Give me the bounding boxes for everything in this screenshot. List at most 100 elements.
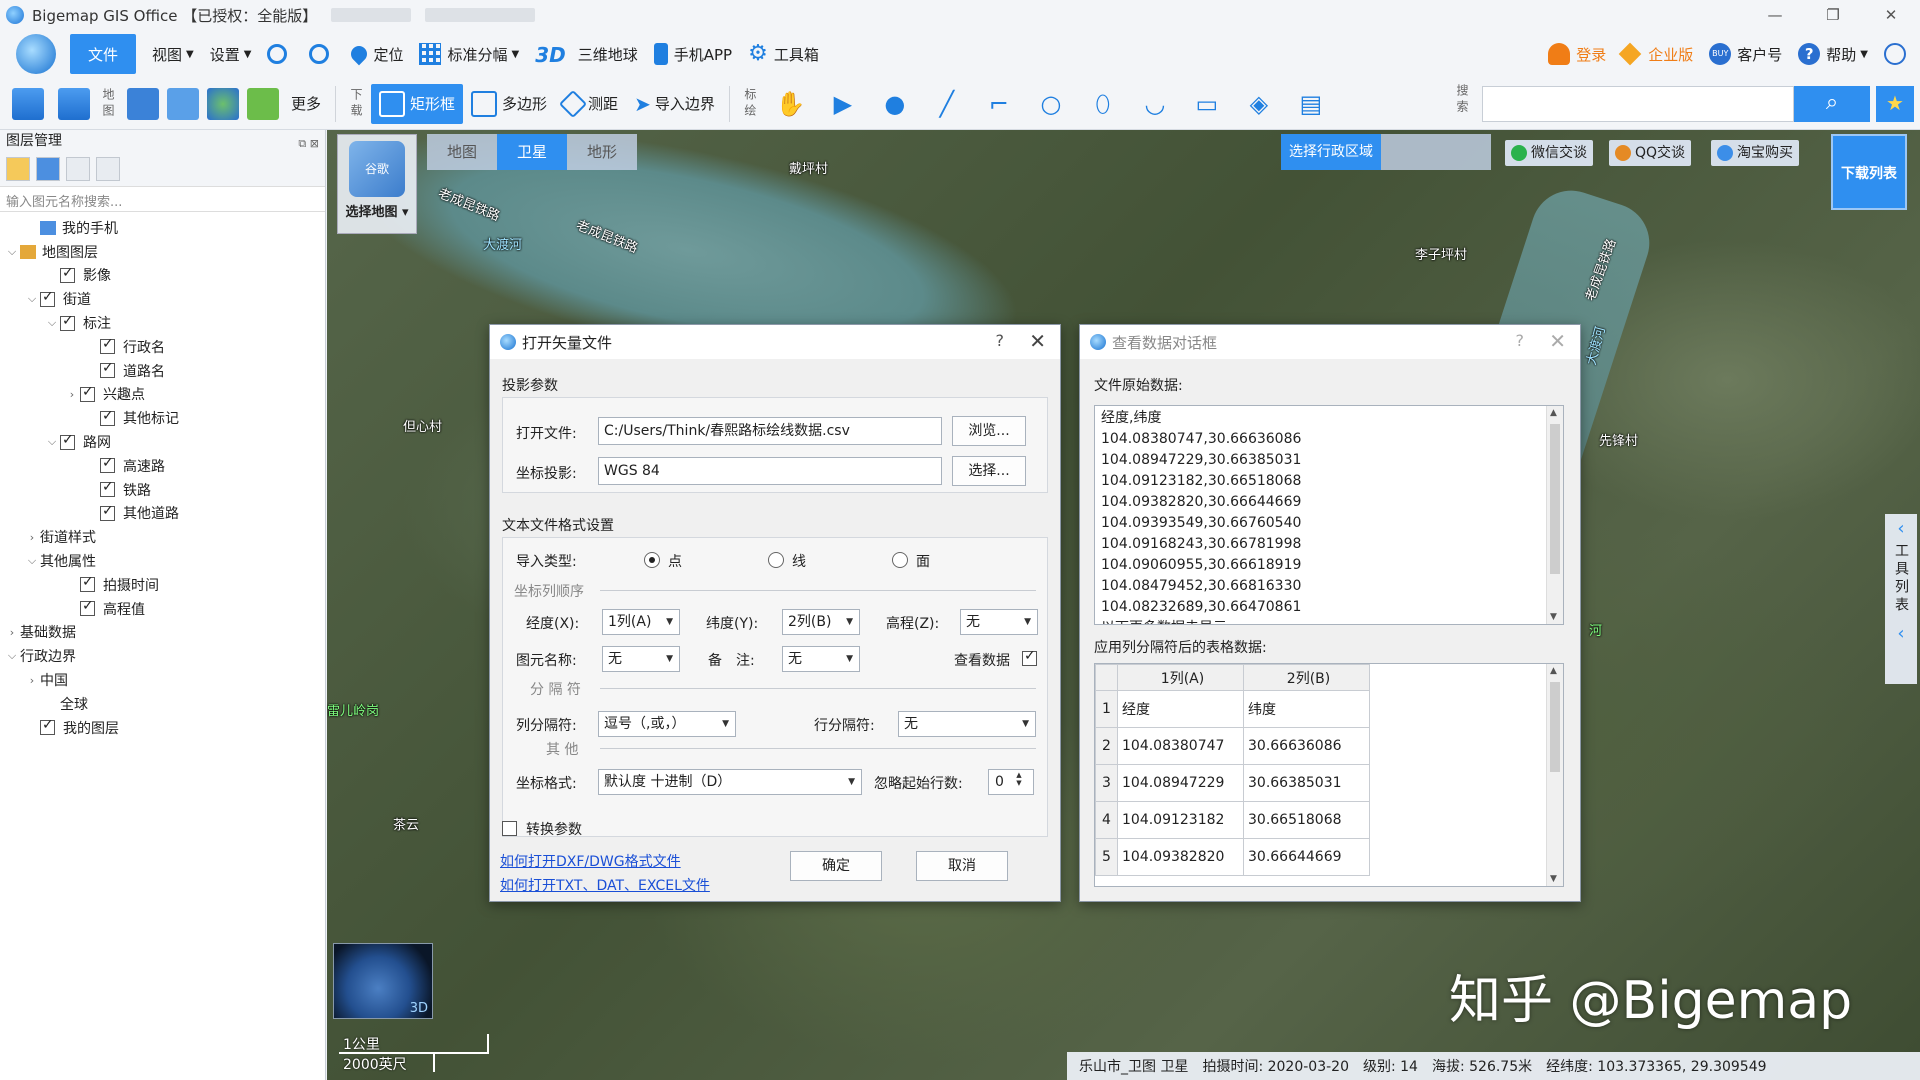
settings-menu[interactable]: 设置 ▼ — [202, 34, 260, 74]
tree-item[interactable]: 铁路 — [0, 478, 325, 502]
tree-item[interactable]: 我的手机 — [0, 216, 325, 240]
expand-toggle-icon[interactable]: ⌵ — [44, 316, 60, 330]
column-header[interactable]: 2列(B) — [1243, 664, 1370, 691]
bigemap-logo-icon[interactable] — [16, 34, 56, 74]
region-selector-bar[interactable] — [1381, 134, 1491, 170]
globe-icon[interactable] — [207, 87, 239, 120]
map-layers-icon[interactable] — [127, 87, 159, 120]
close-button[interactable]: ✕ — [1862, 0, 1920, 30]
element-name-select[interactable]: 无 — [602, 646, 680, 672]
search-icon[interactable] — [96, 157, 120, 181]
enterprise-button[interactable]: 企业版 — [1614, 34, 1701, 74]
tag-icon[interactable]: ◈ — [1233, 84, 1285, 124]
select-arrow-icon[interactable]: ▶ — [817, 84, 869, 124]
tree-item[interactable]: ⌵ 标注 — [0, 311, 325, 335]
tree-item[interactable]: ⌵ 街道 — [0, 287, 325, 311]
save-icon[interactable] — [36, 157, 60, 181]
tree-item[interactable]: ⌵ 行政边界 — [0, 644, 325, 668]
tree-item[interactable]: ⌵ 路网 — [0, 430, 325, 454]
help-button[interactable]: ? — [1516, 331, 1525, 350]
standard-sheet-button[interactable]: 标准分幅 ▼ — [411, 34, 527, 74]
layer-checkbox[interactable] — [60, 265, 75, 283]
wechat-chat-button[interactable]: 微信交谈 — [1505, 140, 1593, 166]
view-menu[interactable]: 视图 ▼ — [144, 34, 202, 74]
select-map-button[interactable]: 谷歌 选择地图 ▾ — [337, 134, 417, 234]
float-panel-icon[interactable]: ⧉ — [298, 137, 306, 150]
scroll-down-icon[interactable]: ▼ — [1550, 612, 1557, 622]
expand-toggle-icon[interactable]: ⌵ — [44, 435, 60, 449]
scroll-up-icon[interactable]: ▲ — [1550, 666, 1557, 676]
layer-checkbox[interactable] — [100, 408, 115, 426]
row-sep-select[interactable]: 无 — [898, 711, 1036, 737]
expand-toggle-icon[interactable]: › — [24, 531, 40, 544]
layer-checkbox[interactable] — [100, 503, 115, 521]
table-row[interactable]: 2 104.08380747 30.66636086 — [1095, 727, 1370, 765]
favorites-button[interactable]: ★ — [1876, 86, 1914, 122]
tree-item[interactable]: 全球 — [0, 692, 325, 716]
file-menu[interactable]: 文件 — [70, 34, 137, 74]
minimize-button[interactable]: — — [1746, 0, 1804, 30]
qq-chat-button[interactable]: QQ交谈 — [1609, 140, 1692, 166]
polyline-icon[interactable]: ⌐ — [973, 84, 1025, 124]
layer-checkbox[interactable] — [80, 384, 95, 402]
close-button[interactable]: ✕ — [1549, 329, 1566, 353]
tree-item[interactable]: › 基础数据 — [0, 621, 325, 645]
expand-toggle-icon[interactable]: ⌵ — [24, 554, 40, 568]
table-row[interactable]: 5 104.09382820 30.66644669 — [1095, 838, 1370, 876]
layer-checkbox[interactable] — [60, 313, 75, 331]
mobile-app-button[interactable]: 手机APP — [646, 34, 740, 74]
scrollbar-thumb[interactable] — [1550, 424, 1560, 574]
tree-item[interactable]: 影像 — [0, 264, 325, 288]
settings-icon[interactable] — [66, 157, 90, 181]
select-region-button[interactable]: 选择行政区域 — [1281, 134, 1381, 170]
layer-checkbox[interactable] — [100, 336, 115, 355]
layer-checkbox[interactable] — [60, 432, 75, 450]
coord-proj-field[interactable]: WGS 84 — [598, 457, 942, 485]
open-file-field[interactable]: C:/Users/Think/春熙路标绘线数据.csv — [598, 417, 942, 445]
import-boundary-button[interactable]: ➤ 导入边界 — [626, 84, 723, 124]
rect-select-button[interactable]: 矩形框 — [371, 83, 464, 124]
circle-icon[interactable]: ○ — [1025, 84, 1077, 124]
table-row[interactable]: 4 104.09123182 30.66518068 — [1095, 801, 1370, 839]
help-button[interactable]: ? — [996, 331, 1005, 350]
tab-map[interactable]: 地图 — [427, 134, 497, 170]
download-list-button[interactable]: 下载列表 — [1831, 134, 1907, 210]
skip-rows-stepper[interactable]: 0 — [988, 769, 1034, 795]
convert-params-checkbox[interactable] — [502, 821, 517, 836]
rectangle-icon[interactable]: ▭ — [1181, 84, 1233, 124]
vertical-scrollbar[interactable]: ▲ ▼ — [1546, 406, 1563, 624]
expand-toggle-icon[interactable]: › — [64, 388, 80, 401]
layer-checkbox[interactable] — [100, 455, 115, 474]
earth-3d-button[interactable]: 3D 三维地球 — [527, 34, 646, 74]
layer-checkbox[interactable] — [40, 717, 55, 736]
dxf-help-link[interactable]: 如何打开DXF/DWG格式文件 — [500, 851, 681, 871]
layer-search-input[interactable]: 输入图元名称搜索... — [0, 186, 325, 212]
tree-item[interactable]: 高速路 — [0, 454, 325, 478]
globe-3d-switch[interactable]: 3D — [333, 943, 433, 1019]
view-data-checkbox[interactable] — [1022, 648, 1037, 666]
choose-proj-button[interactable]: 选择... — [952, 456, 1026, 486]
open-folder-icon[interactable] — [6, 157, 30, 181]
browse-button[interactable]: 浏览... — [952, 416, 1026, 446]
text-box-icon[interactable]: ▤ — [1285, 84, 1337, 124]
expand-toggle-icon[interactable]: › — [24, 674, 40, 687]
zoom-out-button[interactable] — [301, 34, 343, 74]
tree-item[interactable]: › 中国 — [0, 668, 325, 692]
raw-data-box[interactable]: 经度,纬度 104.08380747,30.66636086 104.0894722… — [1094, 405, 1564, 625]
table-row[interactable]: 1 经度 纬度 — [1095, 690, 1370, 728]
curve-icon[interactable]: ◡ — [1129, 84, 1181, 124]
layer-checkbox[interactable] — [100, 479, 115, 498]
tab-satellite[interactable]: 卫星 — [497, 134, 567, 170]
type-area-radio[interactable] — [892, 552, 908, 568]
line-icon[interactable]: ╱ — [921, 84, 973, 124]
alt-column-select[interactable]: 无 — [960, 609, 1038, 635]
tree-item[interactable]: ⌵ 地图图层 — [0, 240, 325, 264]
locate-button[interactable]: 定位 — [343, 34, 411, 74]
tree-item[interactable]: 我的图层 — [0, 716, 325, 740]
tab-terrain[interactable]: 地形 — [567, 134, 637, 170]
more-button[interactable]: 更多 — [283, 84, 329, 124]
google-map-icon[interactable] — [167, 87, 199, 120]
zoom-in-button[interactable] — [259, 34, 301, 74]
tree-item[interactable]: › 兴趣点 — [0, 383, 325, 407]
tree-item[interactable]: 其他标记 — [0, 406, 325, 430]
